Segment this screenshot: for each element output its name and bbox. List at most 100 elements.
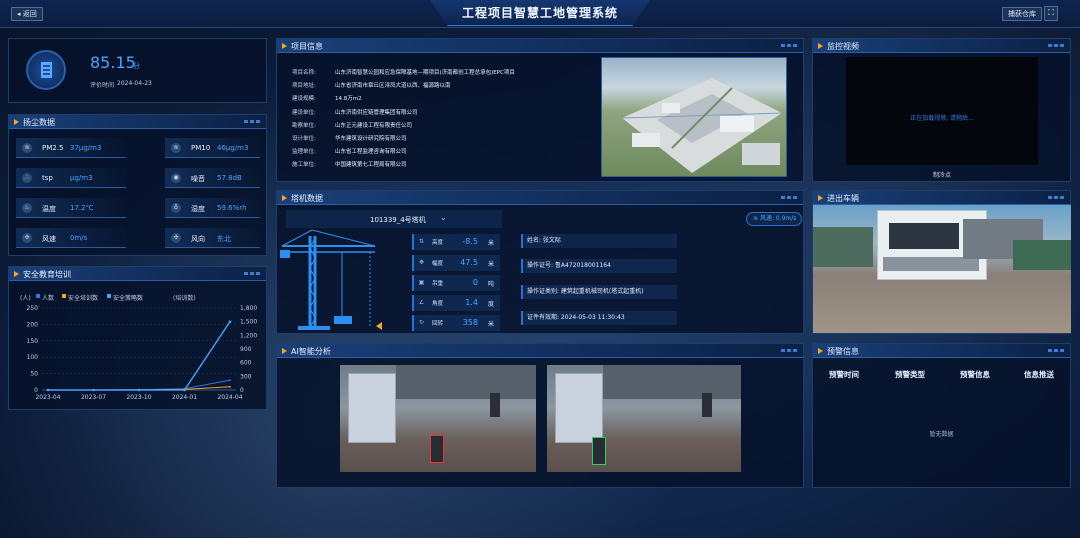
warehouse-button[interactable]: 捕获仓库 [1002,7,1042,21]
chart-x-tick: 2023-04 [35,394,60,401]
thermometer-icon: ♨ [22,203,32,213]
aerial-rendering [621,78,783,173]
project-field-label: 建设单位: [292,109,316,116]
crane-metric-load: ▣ 吊重 0 吨 [412,275,500,291]
ai-snapshot-1[interactable] [340,365,536,472]
project-field-value: 山东省工程监理咨询有限公司 [335,149,407,156]
operator-cert-number: 操作证号: 鲁A472018001164 [521,259,677,273]
pm10-icon: ≋ [171,143,181,153]
monitor-title: 监控视频 [827,42,859,51]
operator-name: 姓名: 张文际 [521,234,677,248]
chart-point [46,388,50,392]
chart-left-tick: 200 [27,321,39,328]
chart-left-tick: 0 [34,387,38,394]
height-icon: ⇅ [418,238,425,245]
ai-snapshot-2[interactable] [547,365,741,472]
dust-item-pm10: ≋ PM10 46μg/m3 [165,138,260,158]
back-button-label: 返回 [22,10,37,18]
tower-crane-diagram [280,229,382,330]
project-field-label: 勘察单位: [292,122,316,129]
chart-x-tick: 2023-10 [126,394,151,401]
warning-panel: 预警信息 [812,343,1071,488]
score-date: 2024-04-23 [117,80,152,87]
dust-item-name: 风向 [191,235,205,243]
training-title: 安全教育培训 [23,270,71,279]
dust-item-value: μg/m3 [70,174,93,182]
project-field-label: 施工单位: [292,162,316,169]
monitor-loading-text: 正在加载视频, 请稍后... [910,115,974,122]
crane-metric-rotation: ↻ 回转 358 米 [412,315,500,331]
wind-icon: ≋ [753,215,760,222]
back-button[interactable]: ◂ 返回 [11,7,43,21]
training-panel-header: 安全教育培训 [9,267,266,281]
weight-icon: ▣ [418,279,425,286]
chart-series-line [48,321,231,391]
chart-x-tick: 2023-07 [81,394,106,401]
project-field-value: 山东正元建设工程有限责任公司 [335,122,413,129]
crane-metric-angle: ∠ 角度 1.4 度 [412,295,500,311]
dust-item-wind-direction: ✣ 风向 东北 [165,228,260,248]
project-aerial-image [601,57,787,177]
warning-header-info: 预警信息 [960,370,990,379]
dust-item-name: PM10 [191,144,211,152]
humidity-icon: ♁ [171,203,181,213]
chevron-down-icon: ⌄ [440,213,447,222]
project-field-label: 项目名称: [292,70,316,76]
metric-name: 回转 [432,321,444,327]
metric-unit: 米 [487,240,494,247]
rotation-icon: ↻ [418,319,425,326]
wind-icon: ✣ [22,233,32,243]
score-unit: 分 [133,62,140,70]
chart-right-tick: 1,200 [240,332,257,339]
dust-item-humidity: ♁ 湿度 59.6%rh [165,198,260,218]
operator-cert-expiry: 证件有效期: 2024-05-03 11:30:43 [521,311,677,325]
chart-point [229,379,231,382]
metric-name: 幅度 [432,261,444,267]
project-panel-header: 项目信息 [277,39,803,53]
range-icon: ✥ [418,259,425,266]
monitor-panel-header: 监控视频 [813,39,1070,53]
metric-unit: 米 [487,261,494,268]
dust-item-wind-speed: ✣ 风速 0m/s [16,228,126,248]
chart-point [92,388,95,392]
crane-metric-height: ⇅ 高度 -8.5 米 [412,234,500,250]
chart-right-tick: 900 [240,346,252,353]
metric-value: 358 [462,318,478,327]
project-field-label: 设计单位: [292,136,316,142]
dust-item-name: PM2.5 [42,144,64,152]
fullscreen-icon[interactable]: ⛶ [1044,6,1058,21]
chart-point [183,388,186,392]
vehicle-snapshot[interactable] [813,205,1071,333]
metric-value: 1.4 [465,298,478,307]
warning-empty-text: 暂无数据 [929,431,954,438]
dust-item-name: 噪音 [191,175,205,183]
vehicle-panel-header: 进出车辆 [813,191,1070,205]
crane-wind-badge: ≋ 风速: 0.9m/s [746,212,802,226]
chart-right-tick: 300 [240,373,252,380]
crane-metric-range: ✥ 幅度 47.5 米 [412,255,500,271]
warning-header-time: 预警时间 [829,370,859,379]
dust-item-value: 东北 [217,235,231,243]
metric-value: 0 [472,278,478,287]
chart-point [137,388,141,392]
ai-title: AI智能分析 [291,347,331,356]
dust-item-tsp: ∴ tsp μg/m3 [16,168,126,188]
noise-icon: ◉ [171,173,181,183]
chart-left-tick: 150 [27,338,39,345]
page-title: 工程项目智慧工地管理系统 [461,6,618,20]
project-field-value: 华东建筑设计研究院有限公司 [335,136,407,142]
chart-left-tick: 100 [27,354,39,361]
chart-left-tick: 250 [27,305,39,312]
vehicle-title: 进出车辆 [827,194,859,203]
dust-item-value: 46μg/m3 [217,144,249,152]
pm25-icon: ≋ [22,143,32,153]
monitor-video[interactable]: 正在加载视频, 请稍后... [846,57,1038,165]
training-chart: 250 200 150 100 50 0 1,800 1,500 1,200 900 600 300 0… [27,305,258,401]
dust-item-name: 温度 [42,205,56,213]
crane-device-select[interactable]: 101339_4号塔机 ⌄ [286,210,502,228]
dust-item-name: 风速 [42,235,56,243]
crane-panel-header: 塔机数据 [277,191,803,205]
crane-title: 塔机数据 [291,194,323,203]
warning-header-type: 预警类型 [895,370,925,379]
project-field-value: 山东省济南市章丘区浔凤大道以西、福源路以南 [335,83,451,90]
